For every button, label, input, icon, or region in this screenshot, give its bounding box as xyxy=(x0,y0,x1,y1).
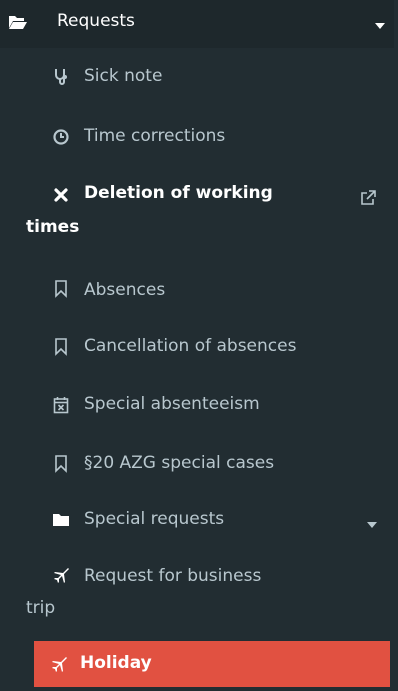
menu-item-time-corrections[interactable]: Time corrections xyxy=(0,108,390,166)
menu-header-label: Requests xyxy=(57,11,135,31)
menu-item-label: Deletion of working xyxy=(84,183,273,203)
menu-item-label: Special absenteeism xyxy=(84,394,260,414)
external-link-icon[interactable] xyxy=(360,190,376,206)
caret-down-icon[interactable] xyxy=(366,521,378,529)
folder-open-icon xyxy=(8,14,28,30)
times-icon xyxy=(52,186,70,204)
sidebar-menu: Requests Sick note Time corrections Dele… xyxy=(0,0,398,691)
plane-icon xyxy=(50,655,68,673)
menu-item-label: Absences xyxy=(84,280,166,300)
menu-item-special-requests[interactable]: Special requests xyxy=(0,496,390,550)
stethoscope-icon xyxy=(52,68,70,86)
menu-item-absences[interactable]: Absences xyxy=(0,258,390,320)
plane-icon xyxy=(52,566,70,584)
menu-item-label-continued: trip xyxy=(26,598,56,618)
menu-item-holiday[interactable]: Holiday xyxy=(34,641,390,687)
menu-item-label-continued: times xyxy=(26,217,80,237)
menu-item-request-for-business-trip[interactable]: Request for business trip xyxy=(0,550,390,634)
menu-item-label: Cancellation of absences xyxy=(84,336,297,356)
caret-down-icon[interactable] xyxy=(374,22,386,30)
menu-item-deletion-of-working-times[interactable]: Deletion of working times xyxy=(0,166,390,258)
clock-icon xyxy=(52,128,70,146)
bookmark-icon xyxy=(52,455,70,473)
menu-item-label: Request for business xyxy=(84,566,262,586)
menu-item-label: Holiday xyxy=(80,653,152,673)
calendar-times-icon xyxy=(52,396,70,414)
menu-header-requests[interactable]: Requests xyxy=(0,0,394,48)
menu-item-label: Special requests xyxy=(84,509,225,529)
bookmark-icon xyxy=(52,280,70,298)
menu-item-label: Sick note xyxy=(84,66,163,86)
menu-item-special-absenteeism[interactable]: Special absenteeism xyxy=(0,378,390,436)
menu-item-label: Time corrections xyxy=(84,126,226,146)
menu-item-cancellation-of-absences[interactable]: Cancellation of absences xyxy=(0,320,390,378)
menu-item-azg-special-cases[interactable]: §20 AZG special cases xyxy=(0,436,390,496)
folder-icon xyxy=(52,511,70,529)
menu-item-label: §20 AZG special cases xyxy=(84,453,275,473)
bookmark-icon xyxy=(52,338,70,356)
menu-item-sick-note[interactable]: Sick note xyxy=(0,48,390,108)
